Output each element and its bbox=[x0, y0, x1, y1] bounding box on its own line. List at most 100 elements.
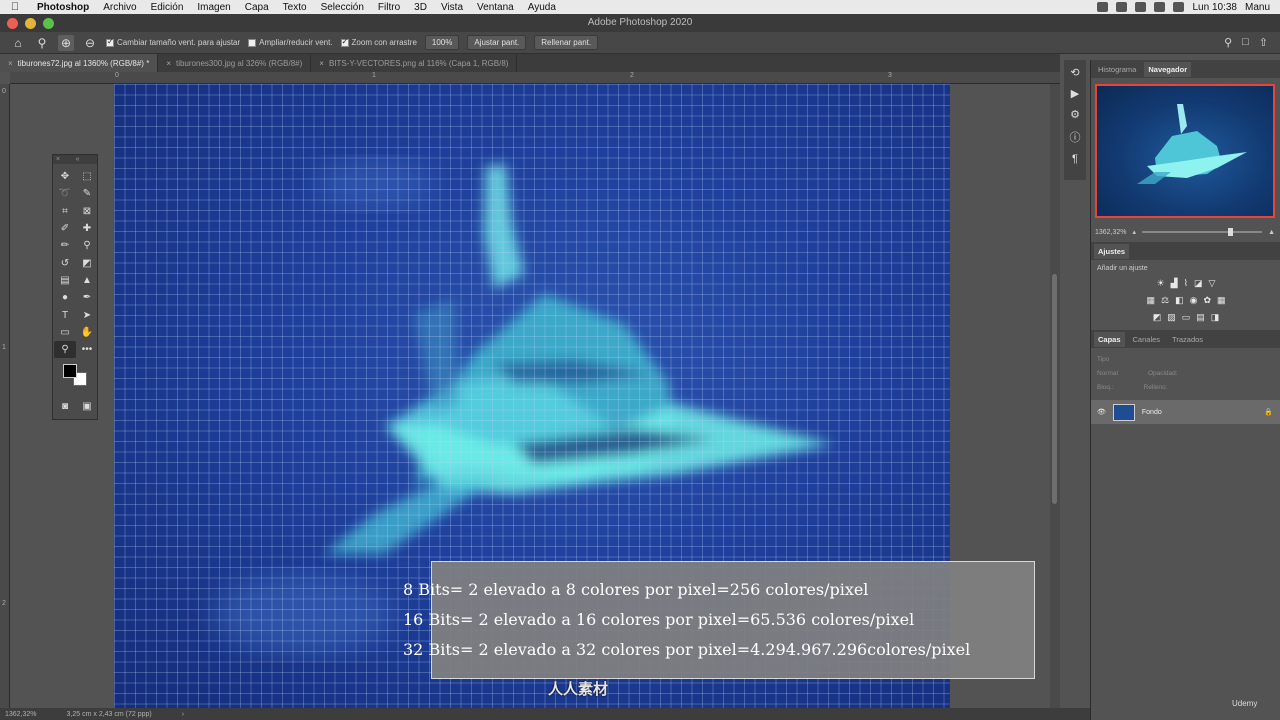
blend-mode-select[interactable]: Normal bbox=[1097, 370, 1118, 377]
posterize-icon[interactable]: ▨ bbox=[1167, 312, 1176, 323]
layer-row-fondo[interactable]: 👁 Fondo 🔒 bbox=[1091, 400, 1280, 424]
stamp-tool-icon[interactable]: ⚲ bbox=[76, 237, 98, 254]
tab-capas[interactable]: Capas bbox=[1094, 331, 1125, 347]
eraser-tool-icon[interactable]: ◩ bbox=[76, 254, 98, 271]
tab-canales[interactable]: Canales bbox=[1129, 332, 1165, 347]
menu-vista[interactable]: Vista bbox=[434, 2, 470, 13]
close-tab-icon[interactable]: × bbox=[319, 59, 324, 68]
eyedropper-icon[interactable]: ✐ bbox=[54, 220, 76, 237]
quick-mask-icon[interactable]: ◙ bbox=[54, 398, 76, 415]
scrubby-zoom-checkbox[interactable]: Zoom con arrastre bbox=[340, 37, 417, 47]
close-tab-icon[interactable]: × bbox=[166, 59, 171, 68]
tab-ajustes[interactable]: Ajustes bbox=[1094, 243, 1130, 259]
pen-tool-icon[interactable]: ✒ bbox=[76, 289, 98, 306]
more-tools-icon[interactable]: ••• bbox=[76, 341, 98, 358]
tab-histograma[interactable]: Histograma bbox=[1094, 62, 1140, 77]
balance-icon[interactable]: ⚖ bbox=[1161, 295, 1169, 306]
history-brush-icon[interactable]: ↺ bbox=[54, 254, 76, 271]
menu-archivo[interactable]: Archivo bbox=[96, 2, 143, 13]
history-panel-icon[interactable]: ⟲ bbox=[1070, 66, 1079, 79]
menu-filtro[interactable]: Filtro bbox=[371, 2, 407, 13]
tab-trazados[interactable]: Trazados bbox=[1168, 332, 1207, 347]
zoom-out-small-icon[interactable]: ▴ bbox=[1133, 228, 1137, 236]
marquee-tool-icon[interactable]: ⬚ bbox=[76, 168, 98, 185]
share-icon[interactable]: ⇧ bbox=[1259, 36, 1268, 49]
gradient-map-icon[interactable]: ▤ bbox=[1196, 312, 1205, 323]
navigator-zoom-slider[interactable] bbox=[1142, 228, 1263, 236]
clock[interactable]: Lun 10:38 bbox=[1192, 2, 1237, 13]
tools-panel-header[interactable]: × « bbox=[53, 155, 97, 164]
search-icon[interactable] bbox=[1116, 2, 1128, 12]
navigator-preview[interactable] bbox=[1095, 84, 1275, 218]
tab-tiburones72[interactable]: × tiburones72.jpg al 1360% (RGB/8#) * bbox=[0, 54, 159, 72]
properties-panel-icon[interactable]: ⚙ bbox=[1070, 108, 1080, 121]
crop-tool-icon[interactable]: ⌗ bbox=[54, 203, 76, 220]
brush-tool-icon[interactable]: ✏ bbox=[54, 237, 76, 254]
photo-filter-icon[interactable]: ◉ bbox=[1190, 295, 1198, 306]
healing-brush-icon[interactable]: ✚ bbox=[76, 220, 98, 237]
quick-select-icon[interactable]: ✎ bbox=[76, 185, 98, 202]
visibility-eye-icon[interactable]: 👁 bbox=[1097, 408, 1106, 416]
character-panel-icon[interactable]: ¶ bbox=[1072, 153, 1078, 165]
frame-tool-icon[interactable]: ⊠ bbox=[76, 203, 98, 220]
invert-icon[interactable]: ◩ bbox=[1153, 312, 1162, 323]
mixer-icon[interactable]: ✿ bbox=[1203, 295, 1211, 306]
ruler-horizontal[interactable]: 0 1 2 3 bbox=[10, 72, 1060, 84]
apple-menu-icon[interactable]:  bbox=[0, 1, 30, 13]
gradient-tool-icon[interactable]: ▤ bbox=[54, 272, 76, 289]
threshold-icon[interactable]: ▭ bbox=[1182, 312, 1191, 323]
type-tool-icon[interactable]: T bbox=[54, 306, 76, 323]
home-icon[interactable]: ⌂ bbox=[10, 35, 26, 51]
blur-tool-icon[interactable]: ▲ bbox=[76, 272, 98, 289]
lasso-tool-icon[interactable]: ➰ bbox=[54, 185, 76, 202]
menu-3d[interactable]: 3D bbox=[407, 2, 434, 13]
zoom-tool-icon[interactable]: ⚲ bbox=[54, 340, 76, 359]
ruler-vertical[interactable]: 0 1 2 bbox=[0, 84, 10, 708]
move-tool-icon[interactable]: ✥ bbox=[54, 168, 76, 185]
path-select-icon[interactable]: ➤ bbox=[76, 306, 98, 323]
vibrance-icon[interactable]: ▽ bbox=[1209, 278, 1216, 289]
lookup-icon[interactable]: ▦ bbox=[1217, 295, 1226, 306]
navigator-zoom-value[interactable]: 1362,32% bbox=[1095, 229, 1127, 236]
menu-edicion[interactable]: Edición bbox=[144, 2, 191, 13]
wifi-icon[interactable] bbox=[1154, 2, 1166, 12]
workspace-icon[interactable]: □ bbox=[1242, 36, 1249, 49]
search-icon[interactable]: ⚲ bbox=[1224, 36, 1232, 49]
menu-texto[interactable]: Texto bbox=[276, 2, 314, 13]
shape-tool-icon[interactable]: ▭ bbox=[54, 324, 76, 341]
layer-name[interactable]: Fondo bbox=[1142, 409, 1162, 416]
tab-tiburones300[interactable]: × tiburones300.jpg al 326% (RGB/8#) bbox=[158, 54, 312, 72]
tab-bits-y-vectores[interactable]: × BITS-Y-VECTORES.png al 116% (Capa 1, RG… bbox=[311, 54, 518, 72]
battery-icon[interactable] bbox=[1173, 2, 1185, 12]
menu-ventana[interactable]: Ventana bbox=[470, 2, 521, 13]
vertical-scrollbar[interactable] bbox=[1050, 84, 1060, 708]
lock-icon[interactable]: 🔒 bbox=[1264, 408, 1273, 416]
bw-icon[interactable]: ◧ bbox=[1175, 295, 1184, 306]
menu-capa[interactable]: Capa bbox=[238, 2, 276, 13]
dodge-tool-icon[interactable]: ● bbox=[54, 289, 76, 306]
zoom-out-icon[interactable]: ⊖ bbox=[82, 35, 98, 51]
levels-icon[interactable]: ▟ bbox=[1171, 278, 1178, 289]
fit-screen-button[interactable]: Ajustar pant. bbox=[467, 35, 527, 50]
scrollbar-thumb[interactable] bbox=[1052, 274, 1057, 504]
menu-app[interactable]: Photoshop bbox=[30, 2, 96, 13]
hue-icon[interactable]: ▦ bbox=[1146, 295, 1155, 306]
zoom-in-small-icon[interactable]: ▲ bbox=[1268, 229, 1275, 236]
status-arrow-icon[interactable]: › bbox=[182, 711, 184, 718]
screen-icon[interactable] bbox=[1135, 2, 1147, 12]
actions-panel-icon[interactable]: ▶ bbox=[1071, 87, 1079, 100]
status-zoom[interactable]: 1362,32% bbox=[5, 711, 37, 718]
close-tab-icon[interactable]: × bbox=[8, 59, 13, 68]
menu-ayuda[interactable]: Ayuda bbox=[521, 2, 563, 13]
curves-icon[interactable]: ⌇ bbox=[1184, 278, 1188, 289]
user-name[interactable]: Manu bbox=[1245, 2, 1270, 13]
zoom-all-checkbox[interactable]: Ampliar/reducir vent. bbox=[248, 38, 333, 47]
exposure-icon[interactable]: ◪ bbox=[1194, 278, 1203, 289]
zoom-100-button[interactable]: 100% bbox=[424, 35, 460, 50]
zoom-slider-knob[interactable] bbox=[1228, 228, 1234, 236]
foreground-color-swatch[interactable] bbox=[63, 364, 77, 379]
zoom-tool-icon[interactable]: ⚲ bbox=[34, 35, 50, 51]
hand-tool-icon[interactable]: ✋ bbox=[76, 324, 98, 341]
brightness-icon[interactable]: ☀ bbox=[1157, 278, 1165, 289]
layer-filter-kind[interactable]: Tipo bbox=[1097, 356, 1109, 363]
